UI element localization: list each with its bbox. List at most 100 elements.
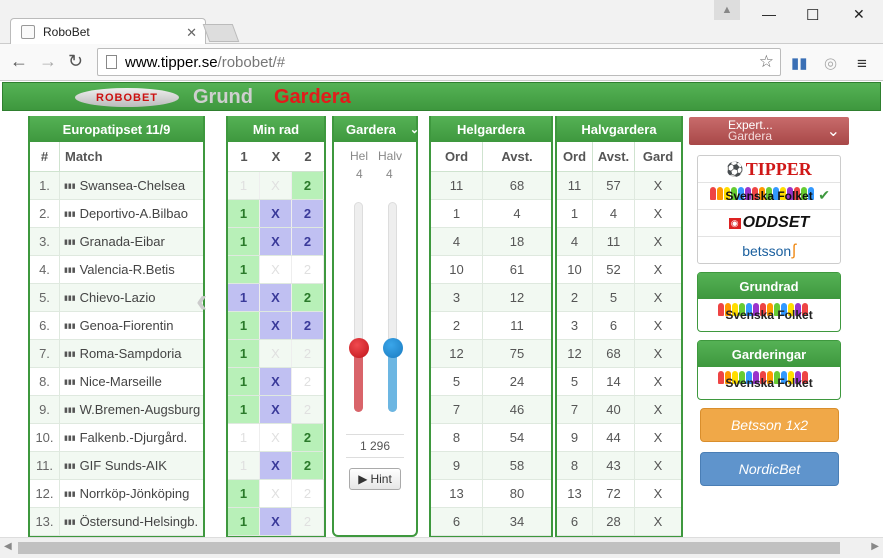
- pick-1-cell[interactable]: 1: [228, 452, 260, 479]
- stats-icon[interactable]: ▮▮▮: [64, 238, 76, 246]
- garderingar-source[interactable]: Svenska Folket: [698, 367, 840, 399]
- nordicbet-button[interactable]: NordicBet: [700, 452, 839, 486]
- maximize-icon[interactable]: ☐: [806, 6, 819, 24]
- horizontal-scrollbar[interactable]: ◀ ▶: [0, 537, 883, 558]
- pick-x-cell[interactable]: X: [260, 424, 292, 451]
- extension-circle-icon[interactable]: ◎: [824, 54, 837, 72]
- scroll-right-icon[interactable]: ▶: [871, 541, 879, 552]
- stats-icon[interactable]: ▮▮▮: [64, 434, 76, 442]
- pick-x-cell[interactable]: X: [260, 256, 292, 283]
- robobet-logo[interactable]: ROBOBET: [75, 88, 179, 107]
- collapse-chevron-icon[interactable]: ‹: [196, 282, 207, 321]
- pick-1-cell[interactable]: 1: [228, 200, 260, 227]
- reload-icon[interactable]: ↻: [68, 51, 83, 72]
- source-betsson[interactable]: betsson ʃ: [698, 237, 840, 264]
- nav-gardera[interactable]: Gardera: [274, 86, 351, 109]
- profile-icon[interactable]: ▲: [714, 0, 740, 20]
- match-name-cell[interactable]: ▮▮▮ Nice-Marseille: [60, 368, 203, 395]
- match-name-cell[interactable]: ▮▮▮ Genoa-Fiorentin: [60, 312, 203, 339]
- pick-x-cell[interactable]: X: [260, 508, 292, 535]
- pick-1-cell[interactable]: 1: [228, 172, 260, 199]
- pick-2-cell[interactable]: 2: [292, 508, 324, 535]
- pick-1-cell[interactable]: 1: [228, 284, 260, 311]
- close-window-icon[interactable]: ✕: [853, 6, 865, 23]
- pick-x-cell[interactable]: X: [260, 200, 292, 227]
- expert-dropdown[interactable]: Expert... Gardera ⌄: [689, 117, 849, 145]
- nav-grund[interactable]: Grund: [193, 86, 253, 109]
- stats-icon[interactable]: ▮▮▮: [64, 490, 76, 498]
- match-name-cell[interactable]: ▮▮▮ Swansea-Chelsea: [60, 172, 203, 199]
- pick-x-cell[interactable]: X: [260, 284, 292, 311]
- gardera-dropdown-icon[interactable]: ⌄: [410, 123, 419, 136]
- new-tab-button[interactable]: [202, 24, 240, 42]
- pick-1-cell[interactable]: 1: [228, 508, 260, 535]
- pick-x-cell[interactable]: X: [260, 340, 292, 367]
- pick-1-cell[interactable]: 1: [228, 228, 260, 255]
- pick-1-cell[interactable]: 1: [228, 312, 260, 339]
- stats-icon[interactable]: ▮▮▮: [64, 350, 76, 358]
- pick-2-cell[interactable]: 2: [292, 256, 324, 283]
- pick-2-cell[interactable]: 2: [292, 172, 324, 199]
- source-tipper[interactable]: ⚽ TIPPER: [698, 156, 840, 183]
- menu-icon[interactable]: ≡: [857, 54, 867, 74]
- pick-2-cell[interactable]: 2: [292, 200, 324, 227]
- pick-1-cell[interactable]: 1: [228, 256, 260, 283]
- stats-icon[interactable]: ▮▮▮: [64, 378, 76, 386]
- pick-x-cell[interactable]: X: [260, 312, 292, 339]
- stats-icon[interactable]: ▮▮▮: [64, 266, 76, 274]
- hint-button[interactable]: ▶ Hint: [349, 468, 401, 490]
- pick-2-cell[interactable]: 2: [292, 424, 324, 451]
- forward-icon[interactable]: →: [39, 51, 57, 72]
- match-name-cell[interactable]: ▮▮▮ Norrköp-Jönköping: [60, 480, 203, 507]
- pick-2-cell[interactable]: 2: [292, 340, 324, 367]
- stats-icon[interactable]: ▮▮▮: [64, 518, 76, 526]
- minimize-icon[interactable]: —: [762, 6, 776, 22]
- match-name-cell[interactable]: ▮▮▮ Roma-Sampdoria: [60, 340, 203, 367]
- pick-x-cell[interactable]: X: [260, 480, 292, 507]
- halv-slider-knob[interactable]: [383, 338, 403, 358]
- halv-slider-track[interactable]: [388, 202, 397, 412]
- pick-x-cell[interactable]: X: [260, 368, 292, 395]
- pick-1-cell[interactable]: 1: [228, 424, 260, 451]
- match-name-cell[interactable]: ▮▮▮ W.Bremen-Augsburg: [60, 396, 203, 423]
- match-name-cell[interactable]: ▮▮▮ Valencia-R.Betis: [60, 256, 203, 283]
- betsson-1x2-button[interactable]: Betsson 1x2: [700, 408, 839, 442]
- hel-slider-knob[interactable]: [349, 338, 369, 358]
- pick-x-cell[interactable]: X: [260, 452, 292, 479]
- pick-2-cell[interactable]: 2: [292, 368, 324, 395]
- grundrad-source[interactable]: Svenska Folket: [698, 299, 840, 331]
- back-icon[interactable]: ←: [10, 51, 28, 72]
- stats-icon[interactable]: ▮▮▮: [64, 462, 76, 470]
- source-svenska-folket[interactable]: Svenska Folket ✔: [698, 183, 840, 210]
- match-name-cell[interactable]: ▮▮▮ Östersund-Helsingb.: [60, 508, 203, 535]
- pick-1-cell[interactable]: 1: [228, 368, 260, 395]
- pick-x-cell[interactable]: X: [260, 172, 292, 199]
- pick-1-cell[interactable]: 1: [228, 396, 260, 423]
- pick-2-cell[interactable]: 2: [292, 396, 324, 423]
- match-name-cell[interactable]: ▮▮▮ Chievo-Lazio: [60, 284, 203, 311]
- stats-icon[interactable]: ▮▮▮: [64, 210, 76, 218]
- close-tab-icon[interactable]: ✕: [186, 25, 197, 41]
- hel-slider-track[interactable]: [354, 202, 363, 412]
- browser-tab[interactable]: RoboBet ✕: [10, 18, 206, 45]
- stats-icon[interactable]: ▮▮▮: [64, 182, 76, 190]
- stats-icon[interactable]: ▮▮▮: [64, 406, 76, 414]
- scroll-left-icon[interactable]: ◀: [4, 541, 12, 552]
- match-name-cell[interactable]: ▮▮▮ GIF Sunds-AIK: [60, 452, 203, 479]
- scroll-thumb[interactable]: [18, 542, 840, 554]
- bookmark-star-icon[interactable]: ☆: [759, 52, 774, 72]
- chart-extension-icon[interactable]: ▮▮: [791, 54, 808, 72]
- pick-2-cell[interactable]: 2: [292, 228, 324, 255]
- match-name-cell[interactable]: ▮▮▮ Deportivo-A.Bilbao: [60, 200, 203, 227]
- pick-1-cell[interactable]: 1: [228, 480, 260, 507]
- pick-x-cell[interactable]: X: [260, 396, 292, 423]
- pick-2-cell[interactable]: 2: [292, 452, 324, 479]
- pick-2-cell[interactable]: 2: [292, 312, 324, 339]
- pick-1-cell[interactable]: 1: [228, 340, 260, 367]
- pick-2-cell[interactable]: 2: [292, 284, 324, 311]
- pick-2-cell[interactable]: 2: [292, 480, 324, 507]
- stats-icon[interactable]: ▮▮▮: [64, 322, 76, 330]
- match-name-cell[interactable]: ▮▮▮ Granada-Eibar: [60, 228, 203, 255]
- source-oddset[interactable]: ◉ ODDSET: [698, 210, 840, 237]
- address-bar[interactable]: www.tipper.se/robobet/# ☆: [97, 48, 781, 76]
